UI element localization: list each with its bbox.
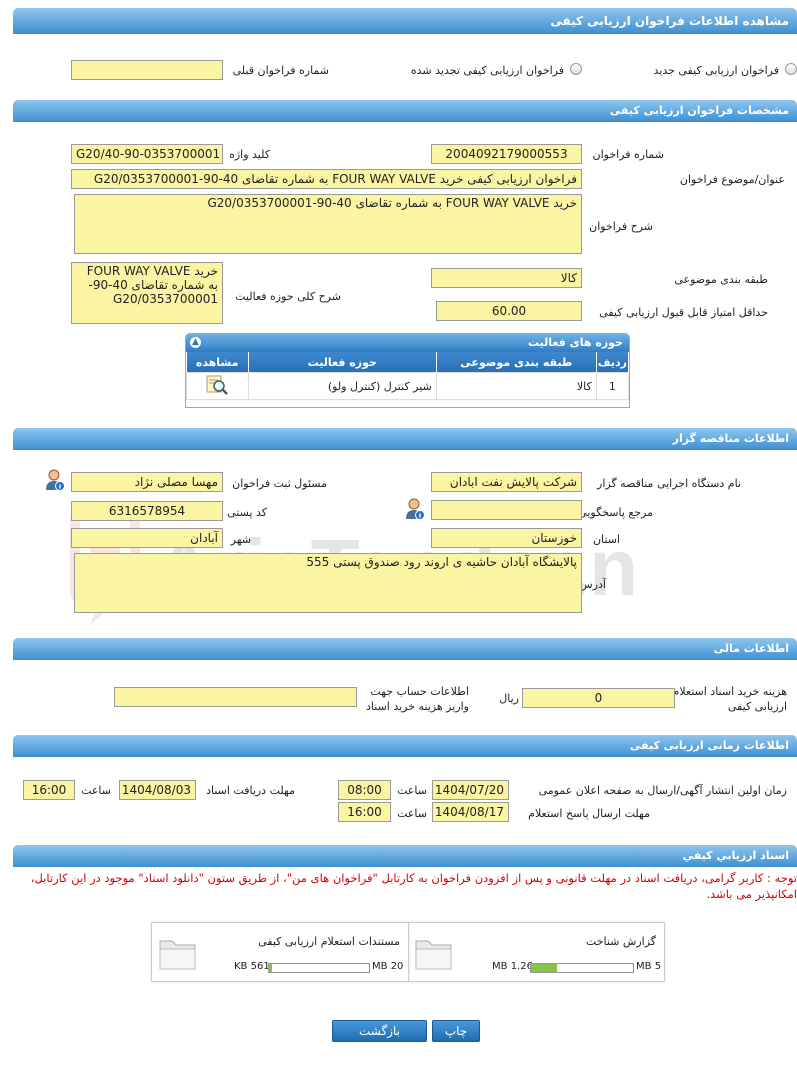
address-label: آدرس [579,578,606,591]
documents-section-title: اسناد ارزيابي كيفي [682,849,789,862]
file-size-bar [268,963,370,973]
account-info-field [114,687,357,707]
file-max-size: 5 MB [636,961,662,972]
registrar-field: مهسا مصلی نژاد [71,472,223,492]
file-size-fill [269,964,272,972]
page-title-bar: مشاهده اطلاعات فراخوان ارزیابی کیفی [13,8,797,34]
response-hour-field: 16:00 [338,802,391,822]
address-field: پالایشگاه آبادان حاشیه ی اروند رود صندوق… [74,553,582,613]
radio-renewed-call[interactable] [570,63,582,75]
province-field: خوزستان [431,528,582,548]
response-date-field: 1404/08/17 [432,802,509,822]
row-view-cell [186,372,249,400]
min-score-label: حداقل امتیاز قابل قبول ارزیابی کیفی [599,306,768,319]
file-card-inquiry-docs[interactable]: مستندات استعلام ارزیابی کیفی 561 KB 20 M… [151,922,409,982]
ref-field [431,500,582,520]
file-max-size: 20 MB [372,961,404,972]
keyword-field: G20/40-90-0353700001 [71,144,223,164]
radio-renewed-call-label: فراخوان ارزیابی کیفی تجدید شده [410,64,564,77]
view-magnifier-icon[interactable] [205,374,229,396]
publish-time-label: زمان اولین انتشار آگهی/ارسال به صفحه اعل… [538,784,787,797]
organizer-section-header: اطلاعات مناقصه گزار [13,428,797,450]
back-button[interactable]: بازگشت [332,1020,427,1042]
province-label: استان [592,533,620,546]
activity-panel: حوزه های فعالیت ▲ ردیف طبقه بندی موضوعی … [185,333,630,408]
radio-new-call-label: فراخوان ارزیابی کیفی جدید [653,64,779,77]
page-title: مشاهده اطلاعات فراخوان ارزیابی کیفی [550,14,789,28]
city-label: شهر [230,533,251,546]
receive-hour-label: ساعت [81,784,111,797]
financial-section-header: اطلاعات مالی [13,638,797,660]
user-info-icon[interactable] [45,469,65,491]
receive-hour-field: 16:00 [23,780,75,800]
row-field: شیر کنترل (کنترل ولو) [247,372,437,400]
table-row: 1 کالا شیر کنترل (کنترل ولو) [186,372,630,400]
financial-section-title: اطلاعات مالی [713,642,789,655]
postal-code-label: کد پستی [227,506,267,519]
receive-date-field: 1404/08/03 [119,780,196,800]
specs-section-title: مشخصات فراخوان ارزیابی کیفی [609,104,789,117]
timing-section-title: اطلاعات زمانی ارزیابی کیفی [629,739,789,752]
registrar-label: مسئول ثبت فراخوان [232,477,327,490]
currency-label: ریال [499,692,519,705]
publish-hour-label: ساعت [397,784,427,797]
col-category: طبقه بندی موضوعی [436,352,597,373]
file-name: گزارش شناخت [585,935,656,948]
collapse-icon[interactable]: ▲ [190,337,201,348]
file-used-size: 1.26 MB [492,961,533,972]
activity-table: ردیف طبقه بندی موضوعی حوزه فعالیت مشاهده… [186,352,630,400]
responder-info-icon[interactable] [405,498,425,520]
row-category: کالا [435,372,597,400]
publish-date-field: 1404/07/20 [432,780,509,800]
radio-new-call[interactable] [785,63,797,75]
prev-call-number-label: شماره فراخوان قبلی [232,64,329,77]
keyword-label: کلید واژه [229,148,270,161]
row-index: 1 [595,372,630,400]
timing-section-header: اطلاعات زمانی ارزیابی کیفی [13,735,797,757]
subject-field: فراخوان ارزیابی کیفی خرید FOUR WAY VALVE… [71,169,582,189]
response-deadline-label: مهلت ارسال پاسخ استعلام [528,807,650,820]
city-field: آبادان [71,528,223,548]
min-score-field: 60.00 [436,301,582,321]
scope-label: شرح کلی حوزه فعالیت [235,290,341,303]
file-size-bar [530,963,634,973]
receive-deadline-label: مهلت دریافت اسناد [206,784,295,797]
org-name-field: شرکت پالایش نفت ابادان [431,472,582,492]
org-name-label: نام دستگاه اجرایی مناقصه گزار [597,477,741,490]
doc-cost-label: هزینه خرید اسناد استعلام ارزیابی کیفی [672,685,787,713]
activity-panel-title: حوزه های فعالیت [528,336,623,349]
folder-icon [159,940,196,970]
doc-cost-field: 0 [522,688,675,708]
folder-icon [415,940,452,970]
file-card-report[interactable]: گزارش شناخت 1.26 MB 5 MB [407,922,665,982]
file-size-fill [531,964,557,972]
file-name: مستندات استعلام ارزیابی کیفی [258,935,400,948]
organizer-section-title: اطلاعات مناقصه گزار [672,432,789,445]
print-button[interactable]: چاپ [432,1020,480,1042]
description-field: خرید FOUR WAY VALVE به شماره تقاضای 40-9… [74,194,582,254]
col-view: مشاهده [186,352,249,373]
documents-note: توجه : کاربر گرامی، دریافت اسناد در مهلت… [30,871,797,901]
category-field: کالا [431,268,582,288]
call-number-field: 2004092179000553 [431,144,582,164]
ref-label: مرجع پاسخگویی [578,506,653,519]
file-used-size: 561 KB [234,961,270,972]
subject-label: عنوان/موضوع فراخوان [679,173,785,186]
call-number-label: شماره فراخوان [592,148,665,161]
publish-hour-field: 08:00 [338,780,391,800]
col-field: حوزه فعالیت [248,352,437,373]
account-info-label: اطلاعات حساب جهت واریز هزینه خرید اسناد [366,685,469,713]
specs-section-header: مشخصات فراخوان ارزیابی کیفی [13,100,797,122]
category-label: طبقه بندی موضوعی [674,273,768,286]
postal-code-field: 6316578954 [71,501,223,521]
activity-table-header-row: ردیف طبقه بندی موضوعی حوزه فعالیت مشاهده [186,352,630,373]
scope-field: خرید FOUR WAY VALVE به شماره تقاضای 40-9… [71,262,223,324]
activity-panel-header: حوزه های فعالیت ▲ [186,334,629,352]
description-label: شرح فراخوان [589,220,653,233]
response-hour-label: ساعت [397,807,427,820]
prev-call-number-field [71,60,223,80]
documents-section-header: اسناد ارزيابي كيفي [13,845,797,867]
col-index: ردیف [596,352,630,373]
